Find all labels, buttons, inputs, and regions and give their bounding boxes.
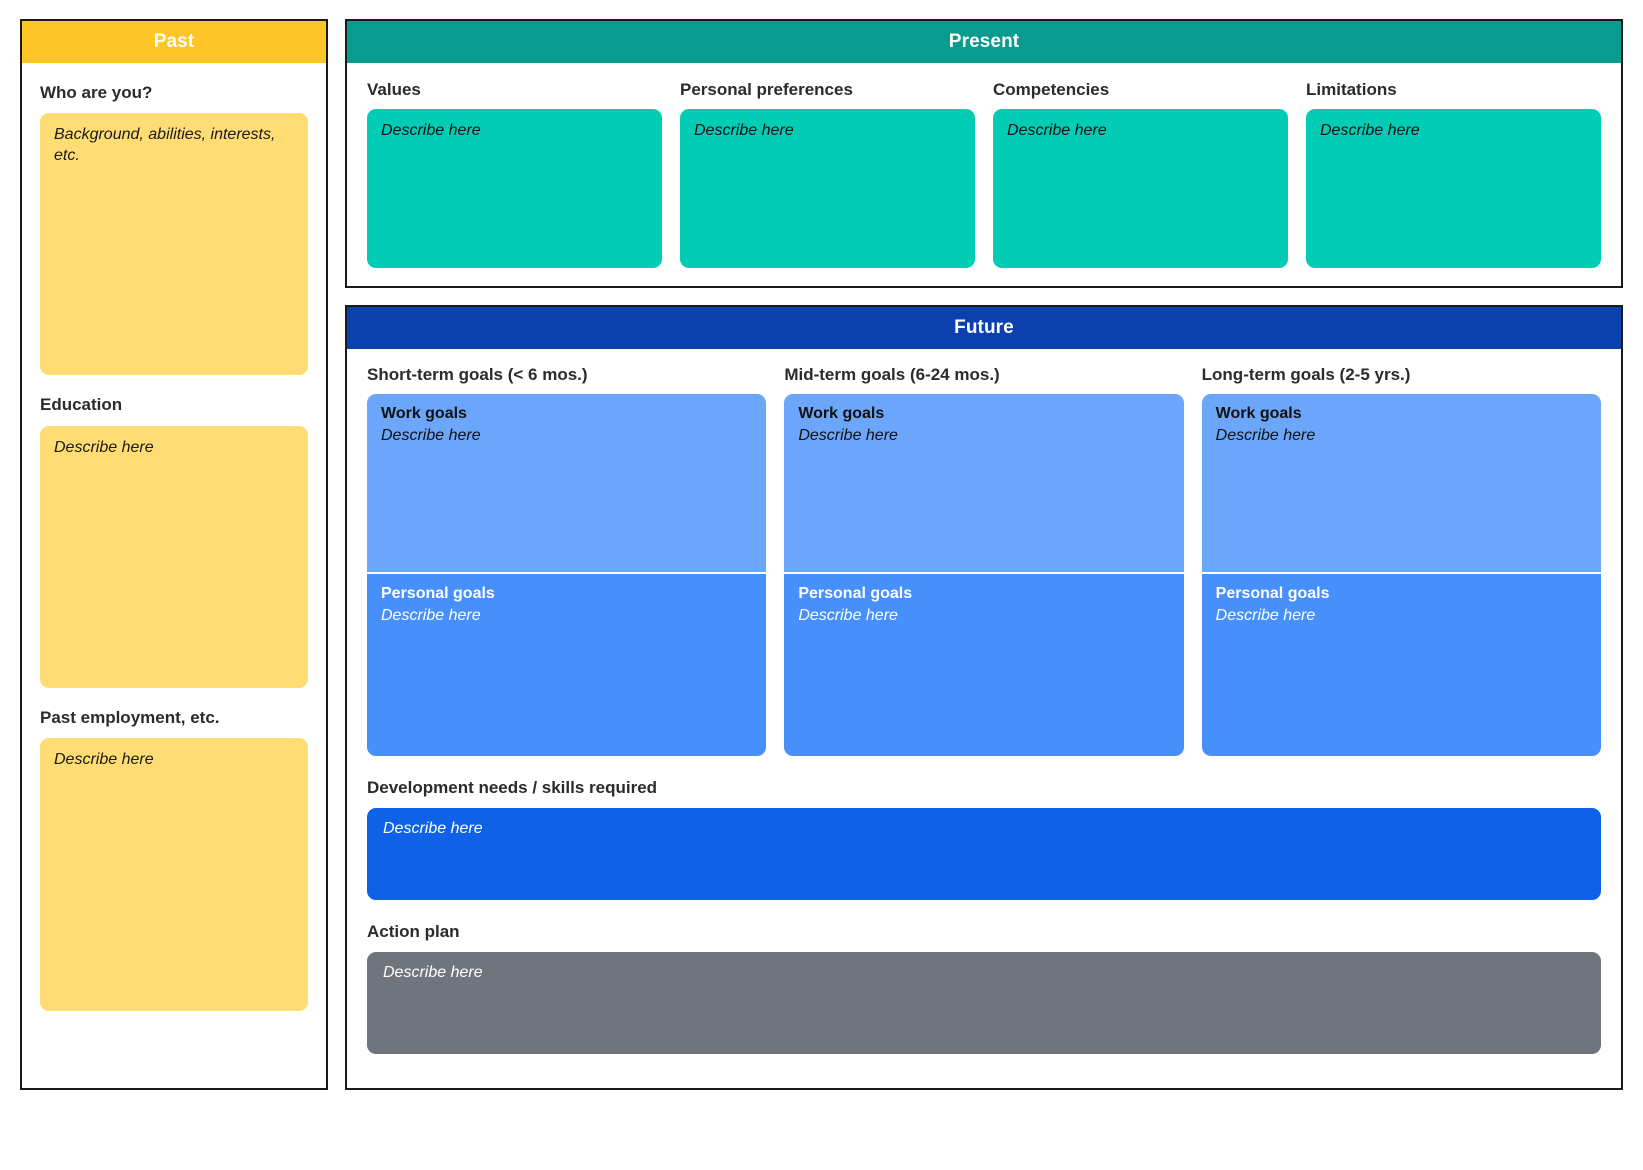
present-personal-preferences-label: Personal preferences bbox=[680, 80, 853, 99]
past-employment-note[interactable]: Describe here bbox=[40, 738, 308, 1012]
short-term-personal-goals-placeholder: Describe here bbox=[381, 607, 481, 625]
present-values-note[interactable]: Describe here bbox=[367, 109, 662, 268]
long-term-personal-goals-card[interactable]: Personal goals Describe here bbox=[1201, 574, 1601, 757]
mid-term-work-goals-card[interactable]: Work goals Describe here bbox=[784, 394, 1184, 573]
present-limitations-label: Limitations bbox=[1306, 80, 1397, 99]
mid-term-work-goals-placeholder: Describe here bbox=[798, 427, 898, 445]
future-panel-header: Future bbox=[347, 307, 1621, 349]
future-column-short-term: Short-term goals (< 6 mos.) Work goals D… bbox=[367, 365, 767, 757]
present-column-competencies: Competencies Describe here bbox=[993, 80, 1288, 268]
long-term-work-goals-title: Work goals bbox=[1215, 405, 1302, 423]
present-competencies-note[interactable]: Describe here bbox=[993, 109, 1288, 268]
long-term-personal-goals-title: Personal goals bbox=[1215, 585, 1330, 603]
past-education-label: Education bbox=[40, 395, 123, 415]
mid-term-personal-goals-card[interactable]: Personal goals Describe here bbox=[784, 574, 1184, 757]
long-term-work-goals-card[interactable]: Work goals Describe here bbox=[1201, 394, 1601, 573]
long-term-goals-label: Long-term goals (2-5 yrs.) bbox=[1201, 365, 1411, 384]
development-needs-label: Development needs / skills required bbox=[367, 778, 658, 798]
past-panel-body: Who are you? Background, abilities, inte… bbox=[22, 63, 326, 1088]
long-term-work-goals-placeholder: Describe here bbox=[1215, 427, 1316, 445]
short-term-personal-goals-card[interactable]: Personal goals Describe here bbox=[367, 574, 767, 757]
mid-term-goals-label: Mid-term goals (6-24 mos.) bbox=[784, 365, 1000, 384]
short-term-personal-goals-title: Personal goals bbox=[381, 585, 495, 603]
future-column-long-term: Long-term goals (2-5 yrs.) Work goals De… bbox=[1201, 365, 1601, 757]
future-goal-columns: Short-term goals (< 6 mos.) Work goals D… bbox=[367, 365, 1601, 757]
past-who-are-you-label: Who are you? bbox=[40, 83, 153, 102]
short-term-work-goals-card[interactable]: Work goals Describe here bbox=[367, 394, 767, 573]
present-personal-preferences-note[interactable]: Describe here bbox=[680, 109, 975, 268]
short-term-goals-label: Short-term goals (< 6 mos.) bbox=[367, 365, 588, 384]
long-term-personal-goals-placeholder: Describe here bbox=[1215, 607, 1316, 625]
development-needs-note[interactable]: Describe here bbox=[367, 808, 1601, 901]
future-panel: Future Short-term goals (< 6 mos.) Work … bbox=[345, 305, 1623, 1090]
future-panel-body: Short-term goals (< 6 mos.) Work goals D… bbox=[347, 349, 1621, 1088]
past-who-are-you-note[interactable]: Background, abilities, interests, etc. bbox=[40, 113, 308, 376]
past-panel-header: Past bbox=[22, 21, 326, 63]
short-term-work-goals-title: Work goals bbox=[381, 405, 467, 423]
present-panel-header: Present bbox=[347, 21, 1621, 63]
present-column-limitations: Limitations Describe here bbox=[1306, 80, 1601, 268]
present-column-values: Values Describe here bbox=[367, 80, 662, 268]
short-term-work-goals-placeholder: Describe here bbox=[381, 427, 481, 445]
mid-term-work-goals-title: Work goals bbox=[798, 405, 885, 423]
past-education-note[interactable]: Describe here bbox=[40, 425, 308, 688]
present-competencies-label: Competencies bbox=[993, 80, 1110, 99]
mid-term-personal-goals-title: Personal goals bbox=[798, 585, 913, 603]
past-panel: Past Who are you? Background, abilities,… bbox=[20, 19, 328, 1090]
present-limitations-note[interactable]: Describe here bbox=[1306, 109, 1601, 268]
past-employment-label: Past employment, etc. bbox=[40, 707, 220, 727]
present-column-personal-preferences: Personal preferences Describe here bbox=[680, 80, 975, 268]
action-plan-label: Action plan bbox=[367, 922, 460, 942]
mid-term-personal-goals-placeholder: Describe here bbox=[798, 607, 898, 625]
action-plan-note[interactable]: Describe here bbox=[367, 952, 1601, 1055]
present-values-label: Values bbox=[367, 80, 421, 99]
present-panel-body: Values Describe here Personal preference… bbox=[347, 63, 1621, 286]
career-planning-canvas: Past Who are you? Background, abilities,… bbox=[0, 0, 1643, 1170]
present-panel: Present Values Describe here Personal pr… bbox=[345, 19, 1623, 288]
future-column-mid-term: Mid-term goals (6-24 mos.) Work goals De… bbox=[784, 365, 1184, 757]
